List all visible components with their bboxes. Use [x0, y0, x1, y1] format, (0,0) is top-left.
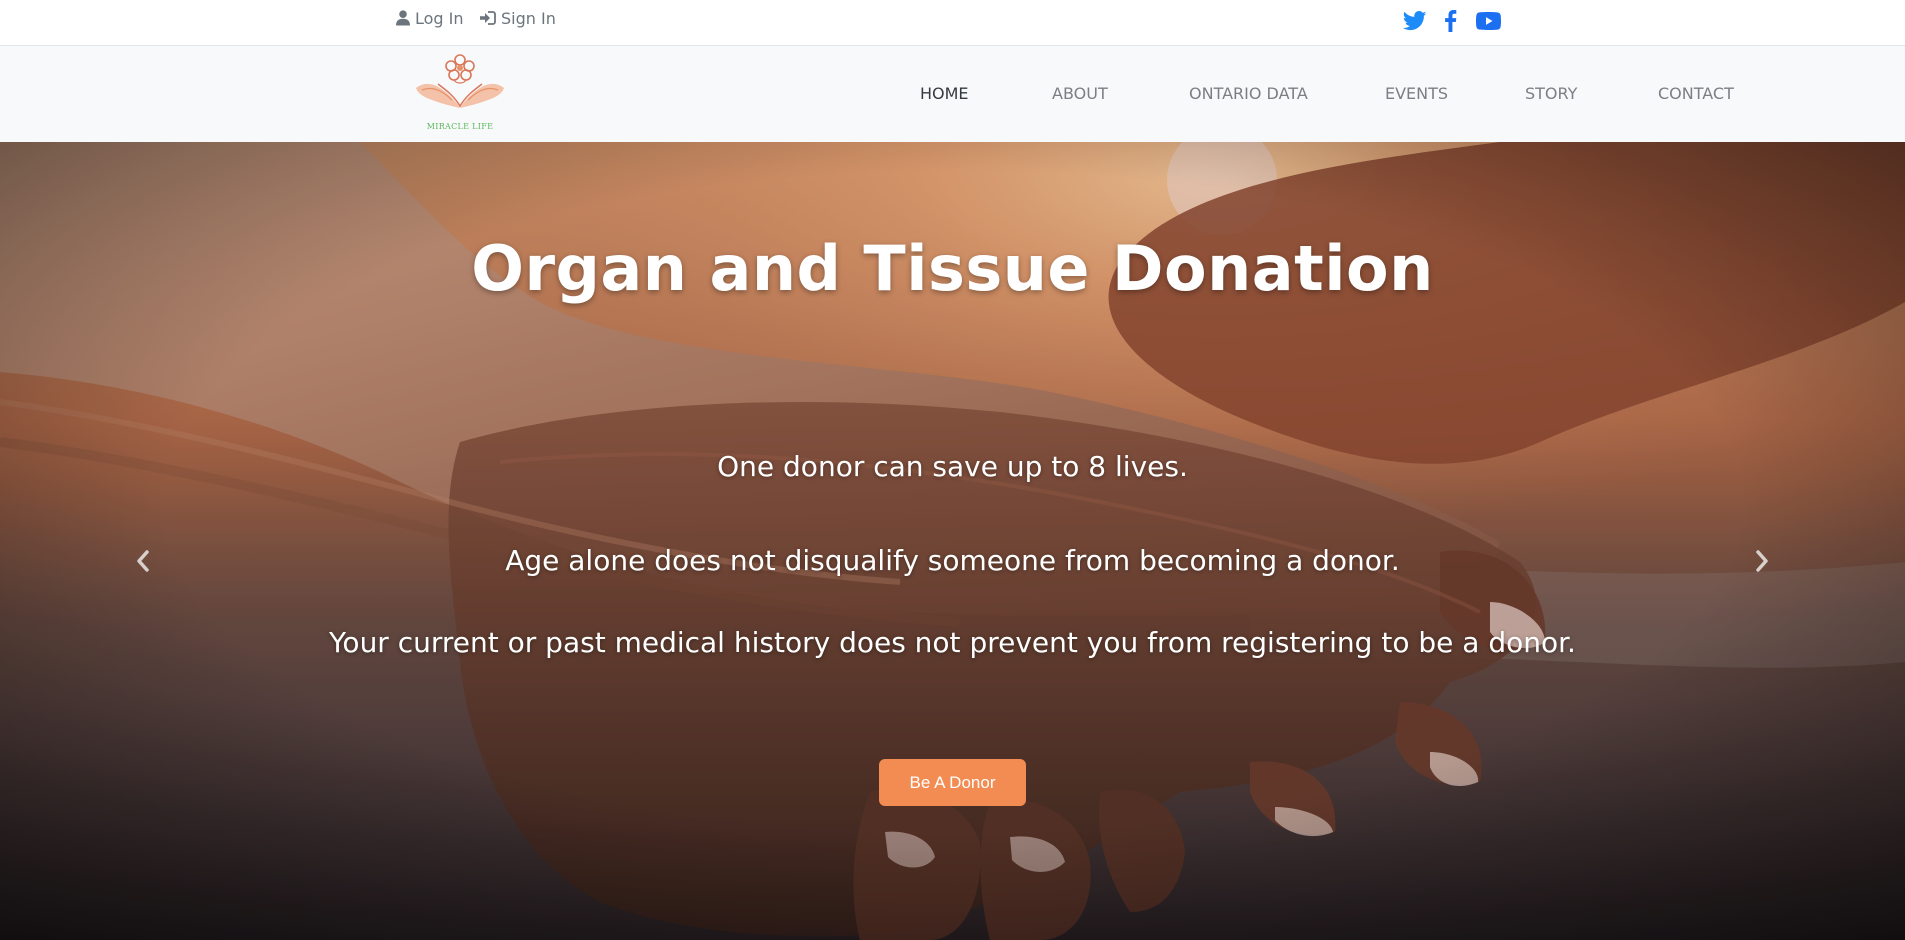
carousel-prev-button[interactable]	[128, 546, 158, 576]
twitter-link[interactable]	[1400, 8, 1430, 34]
twitter-icon	[1403, 11, 1427, 31]
nav-contact[interactable]: CONTACT	[1658, 84, 1734, 103]
signin-label: Sign In	[501, 8, 556, 28]
carousel-next-button[interactable]	[1747, 546, 1777, 576]
signin-link[interactable]: Sign In	[479, 7, 556, 29]
facebook-link[interactable]	[1435, 8, 1465, 34]
login-label: Log In	[415, 8, 464, 28]
nav-about[interactable]: ABOUT	[1052, 84, 1108, 103]
nav-story[interactable]: STORY	[1525, 84, 1577, 103]
hero-title: Organ and Tissue Donation	[471, 232, 1434, 305]
sign-in-icon	[480, 11, 496, 25]
facebook-icon	[1444, 10, 1456, 32]
login-link[interactable]: Log In	[396, 7, 464, 29]
hero-carousel: Organ and Tissue Donation One donor can …	[0, 142, 1905, 940]
hero-line-3: Your current or past medical history doe…	[329, 626, 1576, 659]
logo-text: MIRACLE LIFE	[426, 122, 494, 131]
logo-hands-icon	[416, 54, 504, 108]
be-a-donor-button[interactable]: Be A Donor	[879, 759, 1026, 806]
hero-line-1: One donor can save up to 8 lives.	[717, 450, 1188, 483]
chevron-right-icon	[1756, 550, 1768, 572]
chevron-left-icon	[137, 550, 149, 572]
user-icon	[396, 10, 410, 26]
main-navbar: MIRACLE LIFE HOME ABOUT ONTARIO DATA EVE…	[0, 46, 1905, 142]
nav-ontario-data[interactable]: ONTARIO DATA	[1189, 84, 1308, 103]
youtube-icon	[1475, 12, 1501, 30]
top-utility-bar: Log In Sign In	[0, 0, 1905, 46]
nav-home[interactable]: HOME	[920, 84, 969, 103]
youtube-link[interactable]	[1473, 8, 1503, 34]
hero-line-2: Age alone does not disqualify someone fr…	[505, 544, 1400, 577]
site-logo[interactable]: MIRACLE LIFE	[408, 50, 512, 138]
nav-events[interactable]: EVENTS	[1385, 84, 1448, 103]
